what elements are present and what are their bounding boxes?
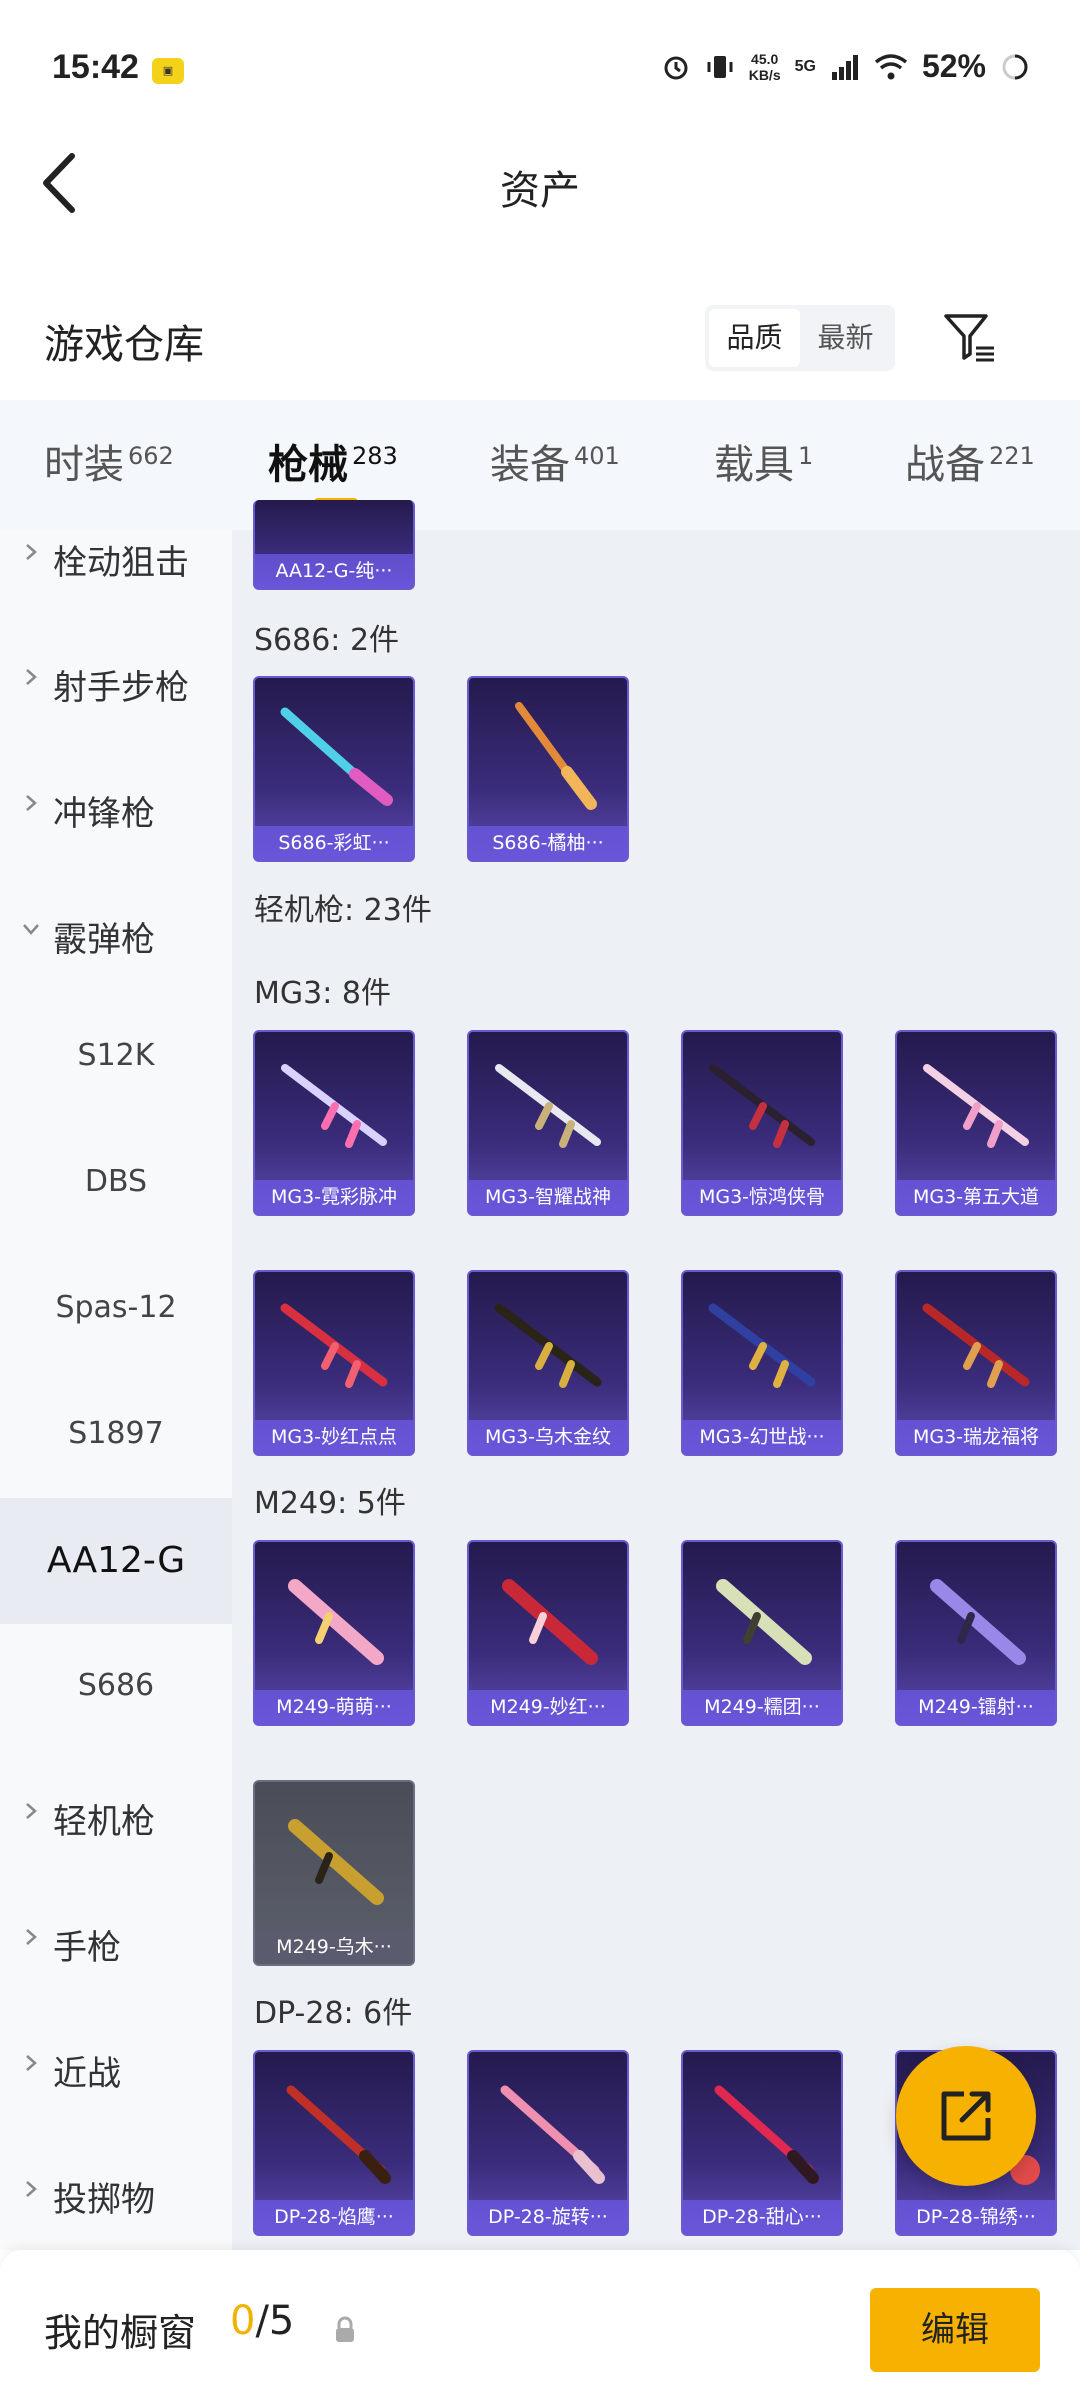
machine-gun-icon: [709, 1064, 815, 1148]
machine-gun-icon: [708, 1303, 816, 1388]
item-card[interactable]: MG3-妙红点点: [253, 1270, 415, 1456]
group-label-lmg: 轻机枪: 23件: [254, 893, 432, 928]
item-card[interactable]: MG3-幻世战···: [681, 1270, 843, 1456]
machine-gun-icon: [716, 1579, 812, 1665]
filter-icon[interactable]: [940, 308, 1000, 368]
tab-fashion[interactable]: 时装 662: [44, 432, 174, 490]
share-fab-button[interactable]: [896, 2046, 1036, 2186]
sort-quality-button[interactable]: 品质: [709, 309, 800, 367]
group-label-s686: S686: 2件: [254, 623, 400, 658]
signal-icon: [831, 54, 858, 80]
machine-gun-icon: [288, 1579, 384, 1665]
showcase-title: 我的橱窗: [44, 2311, 197, 2355]
sidebar-item-pistol[interactable]: 手枪: [0, 1920, 232, 1968]
sidebar-sub-dbs[interactable]: DBS: [0, 1164, 232, 1199]
vibrate-icon: [707, 55, 733, 78]
battery-percent: 52%: [921, 48, 986, 84]
item-card[interactable]: MG3-智耀战神: [467, 1030, 629, 1216]
chevron-right-icon: [26, 669, 37, 685]
item-card[interactable]: AA12-G-纯···: [253, 500, 415, 590]
item-card[interactable]: MG3-乌木金纹: [467, 1270, 629, 1456]
network-type: 5G: [794, 57, 816, 75]
showcase-count: 0/5: [230, 2298, 295, 2344]
item-card[interactable]: DP-28-甜心···: [681, 2050, 843, 2236]
sort-toggle: 品质 最新: [705, 305, 895, 371]
chevron-right-icon: [26, 1803, 37, 1819]
sidebar-sub-s12k[interactable]: S12K: [0, 1038, 232, 1073]
item-card[interactable]: S686-橘柚···: [467, 676, 629, 862]
group-label-m249: M249: 5件: [254, 1486, 406, 1521]
group-label-mg3: MG3: 8件: [254, 976, 391, 1011]
item-card[interactable]: DP-28-焰鹰···: [253, 2050, 415, 2236]
app-notification-icon: ▣: [152, 58, 184, 84]
item-card[interactable]: MG3-惊鸿侠骨: [681, 1030, 843, 1216]
chevron-right-icon: [26, 1929, 37, 1945]
tab-firearms[interactable]: 枪械 283: [268, 432, 398, 490]
rifle-icon: [286, 2085, 391, 2184]
sidebar-item-marksman-rifle[interactable]: 射手步枪: [0, 660, 232, 708]
chevron-right-icon: [26, 544, 37, 560]
sidebar-item-smg[interactable]: 冲锋枪: [0, 786, 232, 834]
machine-gun-icon: [495, 1064, 601, 1148]
machine-gun-icon: [922, 1303, 1030, 1388]
section-title: 游戏仓库: [44, 322, 204, 368]
shotgun-icon: [515, 702, 597, 810]
group-label-dp28: DP-28: 6件: [254, 1996, 413, 2031]
machine-gun-icon: [281, 1064, 387, 1148]
item-card[interactable]: M249-糯团···: [681, 1540, 843, 1726]
tab-equipment[interactable]: 装备 401: [490, 432, 620, 490]
machine-gun-icon: [502, 1579, 598, 1665]
chevron-right-icon: [26, 2181, 37, 2197]
shotgun-icon: [280, 707, 393, 806]
chevron-down-icon: [23, 924, 39, 935]
item-card[interactable]: M249-乌木···: [253, 1780, 415, 1966]
sidebar-sub-s1897[interactable]: S1897: [0, 1416, 232, 1451]
rifle-icon: [500, 2085, 605, 2184]
sidebar-item-shotgun[interactable]: 霰弹枪: [0, 912, 232, 960]
tab-vehicles[interactable]: 载具 1: [714, 432, 813, 490]
tab-supplies[interactable]: 战备 221: [905, 432, 1035, 490]
machine-gun-icon: [288, 1819, 384, 1905]
sidebar-item-bolt-sniper[interactable]: 栓动狙击: [0, 535, 232, 583]
machine-gun-icon: [494, 1303, 602, 1388]
item-card[interactable]: S686-彩虹···: [253, 676, 415, 862]
share-external-icon: [941, 2091, 991, 2141]
sidebar-item-lmg[interactable]: 轻机枪: [0, 1794, 232, 1842]
sidebar-sub-spas12[interactable]: Spas-12: [0, 1290, 232, 1325]
wifi-icon: [874, 53, 908, 79]
status-icons: 45.0 KB/s 5G 52%: [661, 48, 1030, 85]
chevron-right-icon: [26, 795, 37, 811]
sidebar-sub-s686[interactable]: S686: [0, 1668, 232, 1703]
lock-icon: [336, 2316, 354, 2342]
item-card[interactable]: M249-萌萌···: [253, 1540, 415, 1726]
sidebar-item-melee[interactable]: 近战: [0, 2046, 232, 2094]
sort-newest-button[interactable]: 最新: [800, 309, 891, 367]
item-card[interactable]: DP-28-旋转···: [467, 2050, 629, 2236]
item-card[interactable]: MG3-瑞龙福将: [895, 1270, 1057, 1456]
item-card[interactable]: MG3-霓彩脉冲: [253, 1030, 415, 1216]
rifle-icon: [714, 2085, 819, 2184]
machine-gun-icon: [280, 1303, 388, 1388]
status-time: 15:42: [52, 48, 139, 86]
item-card[interactable]: MG3-第五大道: [895, 1030, 1057, 1216]
machine-gun-icon: [923, 1064, 1029, 1148]
edit-button[interactable]: 编辑: [870, 2288, 1040, 2372]
status-bar: 15:42 ▣ 45.0 KB/s 5G 52%: [0, 0, 1080, 140]
page-title: 资产: [500, 168, 580, 214]
network-speed: 45.0 KB/s: [748, 50, 781, 83]
battery-ring-icon: [1002, 54, 1028, 79]
alarm-icon: [664, 56, 688, 79]
sidebar-item-throwable[interactable]: 投掷物: [0, 2172, 232, 2220]
chevron-right-icon: [26, 2055, 37, 2071]
machine-gun-icon: [930, 1579, 1026, 1665]
sidebar-sub-aa12g[interactable]: AA12-G: [0, 1498, 232, 1624]
item-card[interactable]: M249-妙红···: [467, 1540, 629, 1726]
item-card[interactable]: M249-镭射···: [895, 1540, 1057, 1726]
